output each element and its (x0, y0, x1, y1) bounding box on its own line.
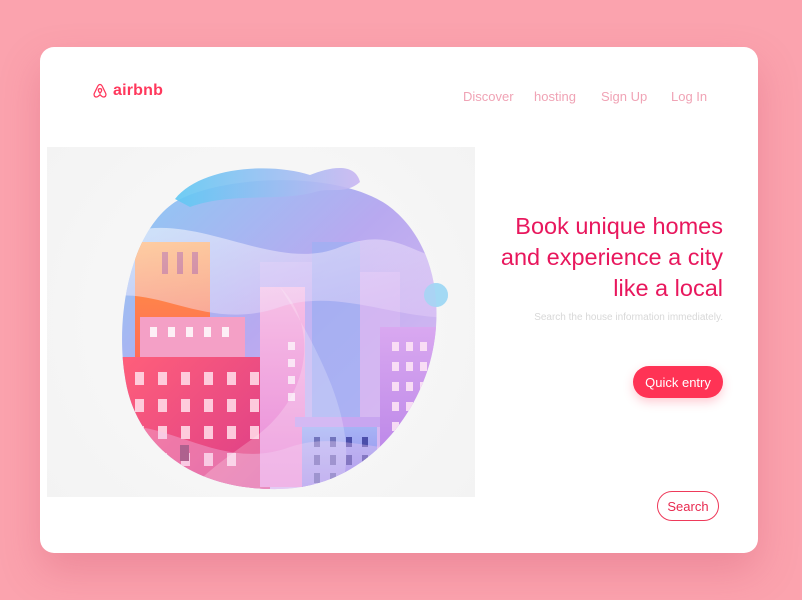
brand-logo[interactable]: airbnb (92, 82, 163, 100)
airbnb-belo-icon (93, 83, 107, 98)
nav-sign-up[interactable]: Sign Up (601, 89, 647, 104)
landing-card: airbnb Discover hosting Sign Up Log In B… (40, 47, 758, 553)
top-nav: Discover hosting Sign Up Log In (463, 89, 723, 107)
headline-line-1: Book unique homes (515, 213, 723, 239)
hero-subtext: Search the house information immediately… (534, 312, 723, 323)
city-illustration (122, 167, 448, 490)
headline-line-2: and experience a city (500, 244, 723, 270)
hero-headline: Book unique homes and experience a city … (443, 211, 723, 304)
nav-discover[interactable]: Discover (463, 89, 514, 104)
nav-hosting[interactable]: hosting (534, 89, 576, 104)
quick-entry-button[interactable]: Quick entry (633, 366, 723, 398)
brand-name: airbnb (113, 82, 164, 99)
headline-line-3: like a local (613, 275, 723, 301)
nav-log-in[interactable]: Log In (671, 89, 707, 104)
search-button[interactable]: Search (657, 491, 719, 521)
